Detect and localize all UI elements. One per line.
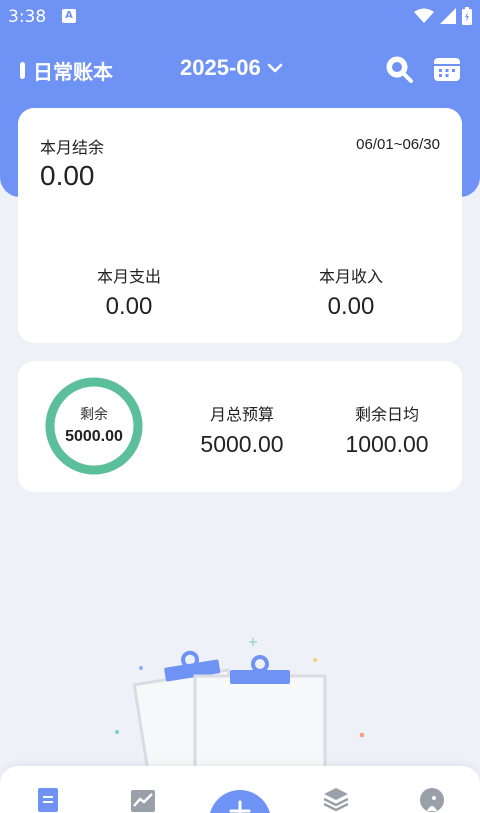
profile-icon[interactable] xyxy=(418,786,446,813)
month-selector[interactable]: 2025-06 xyxy=(180,55,283,81)
status-time: 3:38 xyxy=(8,7,47,27)
monthly-summary-card[interactable]: 本月结余 0.00 06/01~06/30 本月支出 0.00 本月收入 0.0… xyxy=(18,108,462,343)
search-icon[interactable] xyxy=(384,54,414,84)
month-text: 2025-06 xyxy=(180,55,261,80)
wifi-icon xyxy=(414,8,434,23)
date-range: 06/01~06/30 xyxy=(356,136,440,153)
balance-value: 0.00 xyxy=(40,160,95,191)
total-budget-stat: 月总预算 5000.00 xyxy=(172,401,312,458)
chevron-down-icon xyxy=(267,63,283,73)
title-indicator xyxy=(20,62,25,79)
status-icons xyxy=(414,7,472,25)
calendar-icon[interactable] xyxy=(432,54,462,84)
expense-label: 本月支出 xyxy=(96,267,161,286)
daily-average-value: 1000.00 xyxy=(345,431,429,457)
total-budget-value: 5000.00 xyxy=(200,431,284,457)
expense-value: 0.00 xyxy=(105,293,153,320)
signal-icon xyxy=(440,8,456,24)
budget-card[interactable]: 剩余 5000.00 月总预算 5000.00 剩余日均 1000.00 xyxy=(18,361,462,492)
notification-badge: A xyxy=(62,9,76,23)
balance-label: 本月结余 xyxy=(40,138,105,157)
empty-clipboard-illustration xyxy=(115,638,365,768)
budget-ring: 剩余 5000.00 xyxy=(44,376,144,476)
ledger-icon[interactable] xyxy=(34,786,62,813)
layers-icon[interactable] xyxy=(322,786,350,813)
ledger-title: 日常账本 xyxy=(33,60,113,84)
battery-icon xyxy=(462,7,472,25)
app-bar: 日常账本 2025-06 xyxy=(0,52,480,88)
daily-average-stat: 剩余日均 1000.00 xyxy=(317,401,457,458)
income-label: 本月收入 xyxy=(318,267,383,286)
add-icon xyxy=(229,800,251,813)
expense-stat: 本月支出 0.00 xyxy=(49,263,209,321)
chart-icon[interactable] xyxy=(129,786,157,813)
remaining-value: 5000.00 xyxy=(65,428,123,445)
ledger-title-wrap[interactable]: 日常账本 xyxy=(20,56,113,85)
status-bar: 3:38 A xyxy=(0,0,480,34)
income-value: 0.00 xyxy=(327,293,375,320)
income-stat: 本月收入 0.00 xyxy=(271,263,431,321)
ring-text: 剩余 5000.00 xyxy=(44,404,144,446)
total-budget-label: 月总预算 xyxy=(209,405,274,424)
daily-average-label: 剩余日均 xyxy=(354,405,419,424)
remaining-label: 剩余 xyxy=(80,407,108,423)
